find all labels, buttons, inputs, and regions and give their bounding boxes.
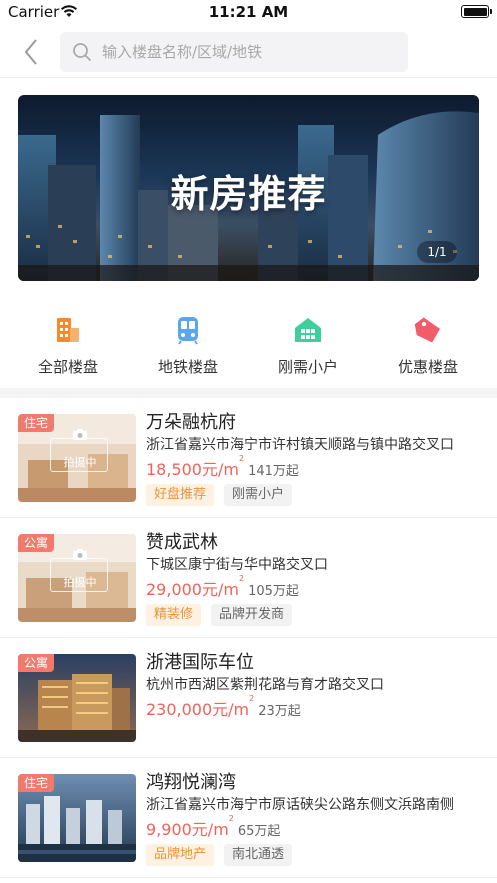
- subway-icon: [178, 317, 198, 345]
- listing-features: 好盘推荐 刚需小户: [146, 483, 302, 506]
- listing-thumbnail: 公寓 拍摄中: [18, 534, 136, 622]
- camera-icon: [73, 429, 87, 440]
- listing-total-price: 65万起: [237, 824, 281, 839]
- category-all-buildings[interactable]: 全部楼盘: [8, 306, 128, 382]
- listing-total-price: 23万起: [258, 704, 301, 719]
- listing-address: 下城区康宁街与华中路交叉口: [146, 557, 328, 573]
- category-discount-buildings[interactable]: 优惠楼盘: [368, 306, 488, 382]
- property-type-tag: 住宅: [18, 774, 55, 792]
- category-shortcuts: 全部楼盘 地铁楼盘 刚需小户 优惠楼盘: [0, 306, 497, 382]
- feature-tag: 品牌地产: [146, 844, 215, 866]
- listing-features: 精装修 品牌开发商: [146, 603, 302, 626]
- battery-icon: [461, 5, 492, 18]
- price-unit-superscript: 2: [249, 694, 255, 703]
- search-icon: [73, 43, 91, 61]
- listing-name: 万朵融杭府: [146, 412, 236, 433]
- listing-name: 赞成武林: [146, 532, 218, 553]
- feature-tag: 品牌开发商: [211, 604, 293, 626]
- search-bar[interactable]: [60, 32, 408, 72]
- listing-name: 鸿翔悦澜湾: [146, 772, 236, 793]
- search-input[interactable]: [102, 32, 397, 72]
- feature-tag: 好盘推荐: [146, 484, 215, 506]
- feature-tag: 精装修: [146, 604, 202, 626]
- section-divider: [0, 388, 497, 398]
- category-label: 地铁楼盘: [157, 358, 218, 376]
- price-unit-superscript: 2: [238, 454, 245, 463]
- price-value: 9,900元/m: [146, 820, 229, 839]
- category-label: 优惠楼盘: [397, 358, 458, 376]
- listing-name: 浙港国际车位: [146, 652, 254, 673]
- navigation-bar: [0, 26, 497, 78]
- price-value: 29,000元/m: [146, 580, 239, 599]
- clock: 11:21 AM: [208, 3, 289, 21]
- property-type-tag: 住宅: [18, 414, 55, 432]
- category-label: 全部楼盘: [37, 358, 98, 376]
- listing-thumbnail: 公寓: [18, 654, 136, 742]
- category-starter-homes[interactable]: 刚需小户: [248, 306, 368, 382]
- listing-address: 杭州市西湖区紫荆花路与育才路交叉口: [146, 677, 384, 693]
- property-type-tag: 公寓: [18, 534, 55, 552]
- shooting-label: 拍摄中: [63, 576, 97, 589]
- listing-price: 230,000元/m223万起: [146, 694, 301, 720]
- listing-item[interactable]: 公寓 浙港国际车位 杭州市西湖区紫荆花路与育才路交叉口 230,000元/m22…: [0, 638, 497, 758]
- building-icon: [57, 318, 79, 342]
- back-arrow-icon[interactable]: [18, 36, 46, 68]
- camera-icon: [73, 549, 87, 560]
- price-unit-superscript: 2: [238, 574, 245, 583]
- listing-item[interactable]: 公寓 拍摄中 赞成武林 下城区康宁街与华中路交叉口 29,000元/m2105万…: [0, 518, 497, 638]
- listing-address: 浙江省嘉兴市海宁市原话硖尖公路东侧文浜路南侧: [146, 797, 454, 813]
- listing-thumbnail: 住宅: [18, 774, 136, 862]
- listing-thumbnail: 住宅 拍摄中: [18, 414, 136, 502]
- price-unit-superscript: 2: [228, 814, 234, 823]
- price-value: 18,500元/m: [146, 460, 239, 479]
- price-value: 230,000元/m: [146, 700, 250, 719]
- house-icon: [295, 318, 321, 342]
- feature-tag: 刚需小户: [224, 484, 293, 506]
- shooting-label: 拍摄中: [63, 456, 97, 469]
- banner-carousel[interactable]: 新房推荐 1/1: [18, 95, 479, 281]
- property-type-tag: 公寓: [18, 654, 55, 672]
- discount-tag-icon: [414, 317, 440, 343]
- listing-item[interactable]: 住宅 鸿翔悦澜湾 浙江省嘉兴市海宁市原话硖尖公路东侧文浜路南侧 9,900元/m…: [0, 758, 497, 878]
- listing-features: 品牌地产 南北通透: [146, 843, 302, 866]
- listing-total-price: 141万起: [248, 464, 299, 479]
- listing-item[interactable]: 住宅 拍摄中 万朵融杭府 浙江省嘉兴市海宁市许村镇天顺路与镇中路交叉口 18,5…: [0, 398, 497, 518]
- listing-price: 18,500元/m2141万起: [146, 454, 299, 480]
- banner-title: 新房推荐: [170, 172, 327, 216]
- listing-price: 29,000元/m2105万起: [146, 574, 299, 600]
- listing-price: 9,900元/m265万起: [146, 814, 281, 840]
- status-bar: Carrier 11:21 AM: [0, 0, 497, 26]
- banner-page-indicator: 1/1: [417, 241, 457, 263]
- shooting-in-progress-badge: 拍摄中: [50, 549, 108, 592]
- feature-tag: 南北通透: [224, 844, 293, 866]
- category-label: 刚需小户: [277, 358, 338, 376]
- category-subway-buildings[interactable]: 地铁楼盘: [128, 306, 248, 382]
- listing-address: 浙江省嘉兴市海宁市许村镇天顺路与镇中路交叉口: [146, 437, 454, 453]
- listing-total-price: 105万起: [248, 584, 299, 599]
- shooting-in-progress-badge: 拍摄中: [50, 429, 108, 472]
